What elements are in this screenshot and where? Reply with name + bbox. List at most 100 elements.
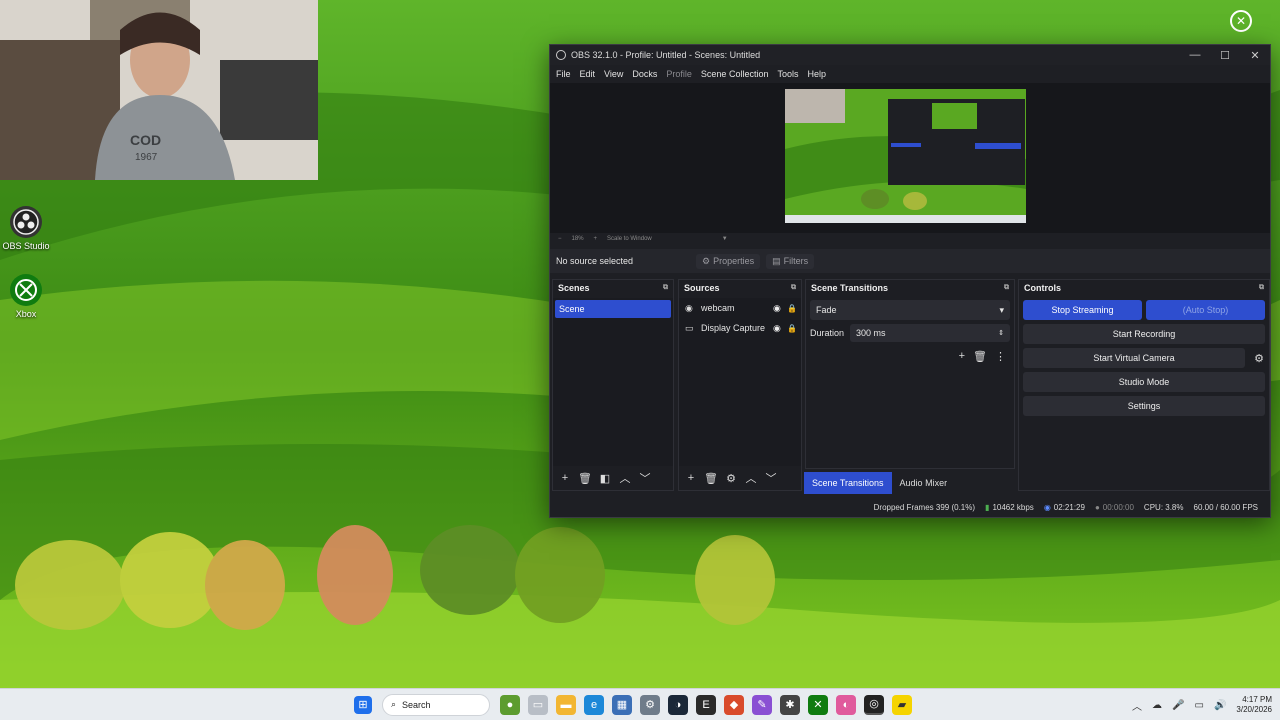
undock-icon[interactable]: ⧉ <box>791 284 796 292</box>
studio-mode-button[interactable]: Studio Mode <box>1023 372 1265 392</box>
search-label: Search <box>402 699 431 710</box>
remove-source-icon[interactable]: 🗑 <box>703 472 719 485</box>
source-item-display-capture[interactable]: ▭ Display Capture ◉ 🔒 <box>679 318 801 338</box>
menu-profile[interactable]: Profile <box>666 69 692 79</box>
settings-button[interactable]: Settings <box>1023 396 1265 416</box>
filters-button[interactable]: ▤ Filters <box>766 253 815 269</box>
sticky-notes-icon[interactable]: ▰ <box>892 694 912 715</box>
visibility-eye-icon[interactable]: ◉ <box>773 323 787 334</box>
undock-icon[interactable]: ⧉ <box>663 284 668 292</box>
move-down-icon[interactable]: ﹀ <box>763 470 779 486</box>
search-input[interactable]: ⌕ Search <box>382 693 490 716</box>
minimize-button[interactable]: — <box>1180 49 1210 61</box>
menu-file[interactable]: File <box>556 69 571 79</box>
widgets-icon[interactable]: ● <box>500 694 520 715</box>
settings-app-icon[interactable]: ⚙ <box>640 694 660 715</box>
volume-icon[interactable]: 🔊 <box>1214 700 1226 711</box>
tab-scene-transitions[interactable]: Scene Transitions <box>804 472 892 494</box>
auto-stop-button[interactable]: (Auto Stop) <box>1146 300 1265 320</box>
epic-games-icon[interactable]: E <box>696 694 716 715</box>
xbox-app-icon[interactable]: ✕ <box>808 694 828 715</box>
game-app-icon[interactable]: ◆ <box>724 694 744 715</box>
stop-streaming-button[interactable]: Stop Streaming <box>1023 300 1142 320</box>
duration-value: 300 ms <box>856 328 886 338</box>
scene-item[interactable]: Scene <box>555 300 671 318</box>
duration-input[interactable]: 300 ms ⇕ <box>850 324 1010 342</box>
lock-icon[interactable]: 🔒 <box>787 304 801 313</box>
properties-button[interactable]: ⚙ Properties <box>696 253 761 269</box>
transition-tools: + 🗑 ⋮ <box>806 344 1014 363</box>
clock[interactable]: 4:17 PM 3/20/2026 <box>1236 695 1272 715</box>
zoom-out-button[interactable]: − <box>558 236 562 242</box>
obs-taskbar-icon[interactable]: ◎ <box>864 694 884 715</box>
stream-timer: ◉ 02:21:29 <box>1044 503 1085 512</box>
remove-transition-icon[interactable]: 🗑 <box>973 350 987 363</box>
stream-time: 02:21:29 <box>1053 502 1085 512</box>
desktop-icon-obs[interactable]: OBS Studio <box>0 206 52 251</box>
chevron-up-icon[interactable]: ︿ <box>1132 698 1142 713</box>
xbox-gamebar-icon[interactable]: ✕ <box>1230 10 1252 32</box>
undock-icon[interactable]: ⧉ <box>1004 284 1009 292</box>
more-options-icon[interactable]: ⋮ <box>995 350 1006 363</box>
file-explorer-icon[interactable]: ▬ <box>556 694 576 715</box>
spin-arrows-icon[interactable]: ⇕ <box>998 329 1004 337</box>
record-icon: ● <box>1094 502 1100 512</box>
scale-mode-label[interactable]: Scale to Window <box>607 236 652 242</box>
bitrate-value: 10462 kbps <box>992 502 1034 512</box>
menu-docks[interactable]: Docks <box>632 69 657 79</box>
scenes-header: Scenes ⧉ <box>553 280 673 296</box>
undock-icon[interactable]: ⧉ <box>1259 284 1264 292</box>
source-label: webcam <box>701 303 735 313</box>
signal-bars-icon: ▮ <box>985 502 990 512</box>
obs-logo-icon <box>556 50 566 60</box>
tab-audio-mixer[interactable]: Audio Mixer <box>892 472 956 494</box>
move-up-icon[interactable]: ︿ <box>617 470 633 486</box>
scale-dropdown-icon[interactable]: ▼ <box>722 236 728 242</box>
task-view-icon[interactable]: ▭ <box>528 694 548 715</box>
add-source-icon[interactable]: + <box>683 472 699 484</box>
fps-value: 60.00 / 60.00 FPS <box>1193 502 1259 512</box>
add-scene-icon[interactable]: + <box>557 472 573 484</box>
preview-area[interactable] <box>550 83 1270 233</box>
zoom-in-button[interactable]: + <box>594 236 598 242</box>
add-transition-icon[interactable]: + <box>959 350 965 363</box>
cloud-icon[interactable]: ☁ <box>1152 700 1162 711</box>
maximize-button[interactable]: ☐ <box>1210 49 1240 62</box>
copilot-icon[interactable]: ◐ <box>836 694 856 715</box>
desktop-icon-xbox[interactable]: Xbox <box>0 274 52 319</box>
virtual-camera-settings-icon[interactable]: ⚙ <box>1249 352 1269 365</box>
edge-icon[interactable]: e <box>584 694 604 715</box>
cpu-usage: CPU: 3.8% <box>1143 502 1184 512</box>
menu-view[interactable]: View <box>604 69 623 79</box>
xbox-icon <box>10 274 42 306</box>
source-properties-icon[interactable]: ⚙ <box>723 472 739 485</box>
move-up-icon[interactable]: ︿ <box>743 470 759 486</box>
controls-header: Controls ⧉ <box>1019 280 1269 296</box>
lock-icon[interactable]: 🔒 <box>787 324 801 333</box>
remove-scene-icon[interactable]: 🗑 <box>577 472 593 485</box>
paint-icon[interactable]: ✎ <box>752 694 772 715</box>
menu-edit[interactable]: Edit <box>580 69 596 79</box>
menu-tools[interactable]: Tools <box>777 69 798 79</box>
visibility-eye-icon[interactable]: ◉ <box>773 303 787 314</box>
start-virtual-camera-button[interactable]: Start Virtual Camera <box>1023 348 1245 368</box>
menu-scene-collection[interactable]: Scene Collection <box>701 69 769 79</box>
sources-toolbar: + 🗑 ⚙ ︿ ﹀ <box>679 466 801 490</box>
steam-icon[interactable]: ◑ <box>668 694 688 715</box>
transition-value: Fade <box>816 305 837 315</box>
menu-help[interactable]: Help <box>807 69 826 79</box>
move-down-icon[interactable]: ﹀ <box>637 470 653 486</box>
scene-filters-icon[interactable]: ◧ <box>597 472 613 485</box>
source-label: Display Capture <box>701 323 766 333</box>
status-bar: Dropped Frames 399 (0.1%) ▮ 10462 kbps ◉… <box>550 497 1270 517</box>
start-recording-button[interactable]: Start Recording <box>1023 324 1265 344</box>
windows-start-icon[interactable]: ⊞ <box>354 695 372 714</box>
puzzle-app-icon[interactable]: ✱ <box>780 694 800 715</box>
close-button[interactable]: ✕ <box>1240 49 1270 62</box>
source-item-webcam[interactable]: ◉ webcam ◉ 🔒 <box>679 298 801 318</box>
sources-dock: Sources ⧉ ◉ webcam ◉ 🔒 ▭ Display Capture… <box>678 279 802 491</box>
calculator-icon[interactable]: ▦ <box>612 694 632 715</box>
microphone-icon[interactable]: 🎤 <box>1172 700 1184 711</box>
display-icon[interactable]: ▭ <box>1195 700 1204 711</box>
transition-select[interactable]: Fade ▾ <box>810 300 1010 320</box>
